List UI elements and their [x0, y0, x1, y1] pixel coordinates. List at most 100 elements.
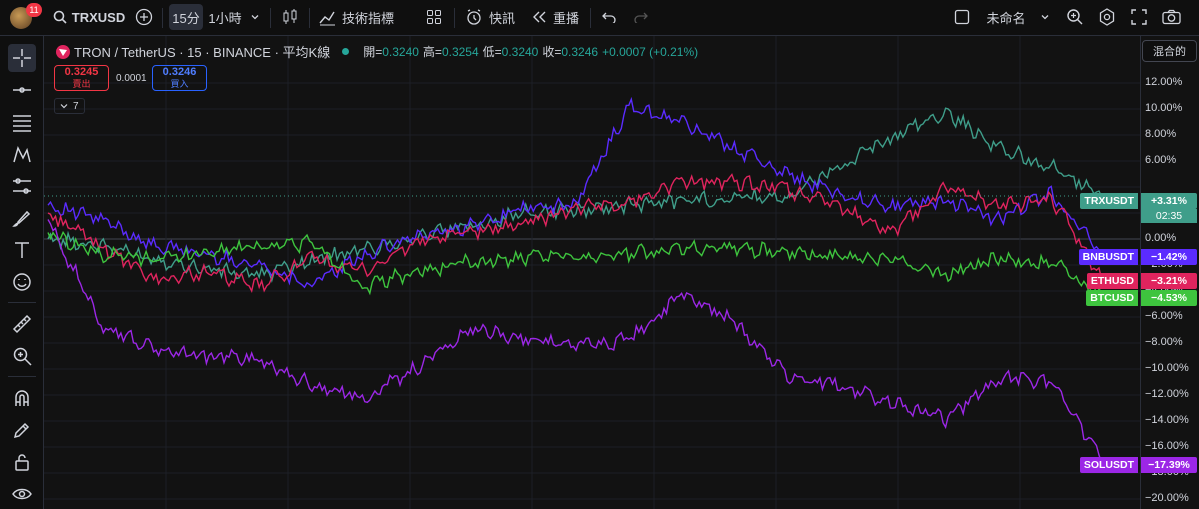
- crosshair-tool[interactable]: [8, 44, 36, 72]
- redo-button[interactable]: [630, 4, 652, 30]
- symbol-legend: TRON / TetherUS · 15 · BINANCE · 平均K線 開=…: [56, 42, 698, 61]
- legend-collapse-button[interactable]: 7: [54, 98, 85, 114]
- series-name-tag[interactable]: BNBUSDT: [1078, 249, 1138, 266]
- undo-button[interactable]: [598, 4, 620, 30]
- series-value-tag: −4.53%: [1141, 289, 1197, 306]
- bar-countdown: 02:35: [1141, 209, 1197, 224]
- top-toolbar: 11 TRXUSD 15分 1小時 技術指標 快訊 重播 未命名: [0, 0, 1199, 36]
- series-value-tag: −1.42%: [1141, 249, 1197, 266]
- axis-tick-label: −8.00%: [1145, 336, 1183, 348]
- sell-price: 0.3245: [64, 66, 99, 78]
- draw-mode-tool[interactable]: [8, 416, 36, 444]
- zoom-tool[interactable]: [8, 342, 36, 370]
- layout-name-label: 未命名: [986, 10, 1026, 26]
- replay-label: 重播: [552, 10, 579, 26]
- axis-tick-label: −20.00%: [1145, 492, 1189, 504]
- replay-button[interactable]: 重播: [528, 4, 582, 30]
- series-line-trxusdt[interactable]: [47, 107, 1105, 283]
- plus-circle-icon: [135, 8, 153, 26]
- magnet-icon: [15, 390, 29, 406]
- axis-tick-label: 12.00%: [1145, 76, 1183, 88]
- symbol-title[interactable]: TRON / TetherUS · 15 · BINANCE · 平均K線: [74, 42, 330, 61]
- symbol-search-button[interactable]: TRXUSD: [50, 4, 128, 30]
- text-tool[interactable]: [8, 236, 36, 264]
- zoom-search-icon: [1067, 9, 1083, 25]
- smiley-icon: [13, 273, 31, 291]
- fib-tool[interactable]: [8, 108, 36, 136]
- ohlc-open: 0.3240: [382, 44, 419, 59]
- search-icon: [53, 10, 67, 24]
- alert-button[interactable]: 快訊: [463, 4, 517, 30]
- brush-tool[interactable]: [8, 204, 36, 232]
- pattern-tool[interactable]: [8, 140, 36, 168]
- ohlc-open-label: 開=: [363, 45, 383, 59]
- series-line-solusdt[interactable]: [47, 219, 1105, 466]
- ohlc-close: 0.3246: [561, 44, 599, 59]
- magnet-tool[interactable]: [8, 384, 36, 412]
- settings-button[interactable]: [1096, 4, 1118, 30]
- axis-tick-label: −6.00%: [1145, 310, 1183, 322]
- scale-mode-button[interactable]: 混合的: [1142, 40, 1197, 62]
- divider: [8, 376, 36, 377]
- sliders-icon: [13, 178, 31, 194]
- ohlc-low-label: 低=: [482, 45, 502, 59]
- trendline-tool[interactable]: [8, 76, 36, 104]
- alert-label: 快訊: [488, 10, 515, 26]
- drawing-toolbar: [0, 36, 44, 509]
- camera-icon: [1161, 9, 1181, 25]
- ohlc-close-label: 收=: [542, 45, 562, 59]
- lock-icon: [15, 454, 29, 471]
- measure-tool[interactable]: [8, 310, 36, 338]
- sell-button[interactable]: 0.3245 賣出: [54, 65, 109, 91]
- interval-15m-button[interactable]: 15分: [169, 4, 203, 30]
- fullscreen-button[interactable]: [1128, 4, 1150, 30]
- undo-icon: [602, 12, 616, 23]
- divider: [162, 8, 163, 28]
- fullscreen-icon: [1131, 9, 1147, 25]
- legend-count: 7: [73, 100, 79, 112]
- chart-type-button[interactable]: [278, 4, 302, 30]
- templates-button[interactable]: [422, 4, 446, 30]
- zoom-in-icon: [13, 347, 32, 366]
- series-name-tag[interactable]: ETHUSD: [1086, 272, 1138, 289]
- chart-pane[interactable]: TRON / TetherUS · 15 · BINANCE · 平均K線 開=…: [44, 36, 1140, 509]
- emoji-tool[interactable]: [8, 268, 36, 296]
- series-value-tag: −3.21%: [1141, 272, 1197, 289]
- buy-label: 買入: [170, 79, 189, 89]
- text-icon: [15, 242, 29, 258]
- grid-icon: [427, 10, 441, 24]
- quick-search-button[interactable]: [1064, 4, 1086, 30]
- lock-tool[interactable]: [8, 448, 36, 476]
- series-name-tag[interactable]: TRXUSDT: [1080, 193, 1138, 210]
- prediction-tool[interactable]: [8, 172, 36, 200]
- parallel-lines-icon: [13, 115, 31, 132]
- layout-name-button[interactable]: 未命名: [983, 4, 1053, 30]
- chevron-down-icon: [251, 15, 259, 20]
- series-value-tag: −17.39%: [1141, 457, 1197, 474]
- interval-1h-button[interactable]: 1小時: [206, 4, 244, 30]
- interval-dropdown[interactable]: [246, 4, 264, 30]
- horizontal-line-icon: [13, 87, 31, 93]
- visibility-tool[interactable]: [8, 480, 36, 508]
- divider: [454, 8, 455, 28]
- notification-badge: 11: [26, 3, 42, 17]
- ohlc-high-label: 高=: [422, 45, 442, 59]
- ohlc-low: 0.3240: [501, 44, 539, 59]
- series-name-tag[interactable]: BTCUSD: [1086, 289, 1138, 306]
- divider: [8, 302, 36, 303]
- indicators-button[interactable]: 技術指標: [318, 4, 394, 30]
- buy-button[interactable]: 0.3246 買入: [152, 65, 207, 91]
- symbol-label: TRXUSD: [71, 9, 126, 25]
- chevron-down-icon: [60, 104, 68, 109]
- pencil-lock-icon: [13, 422, 30, 439]
- divider: [309, 8, 310, 28]
- snapshot-button[interactable]: [1159, 4, 1183, 30]
- series-name-tag[interactable]: SOLUSDT: [1079, 457, 1138, 474]
- add-symbol-button[interactable]: [132, 4, 156, 30]
- eye-icon: [12, 488, 32, 500]
- divider: [270, 8, 271, 28]
- chart-plot[interactable]: [44, 36, 1140, 509]
- ohlc-high: 0.3254: [441, 44, 479, 59]
- spread-value: 0.0001: [116, 73, 147, 84]
- layout-select-checkbox[interactable]: [951, 4, 973, 30]
